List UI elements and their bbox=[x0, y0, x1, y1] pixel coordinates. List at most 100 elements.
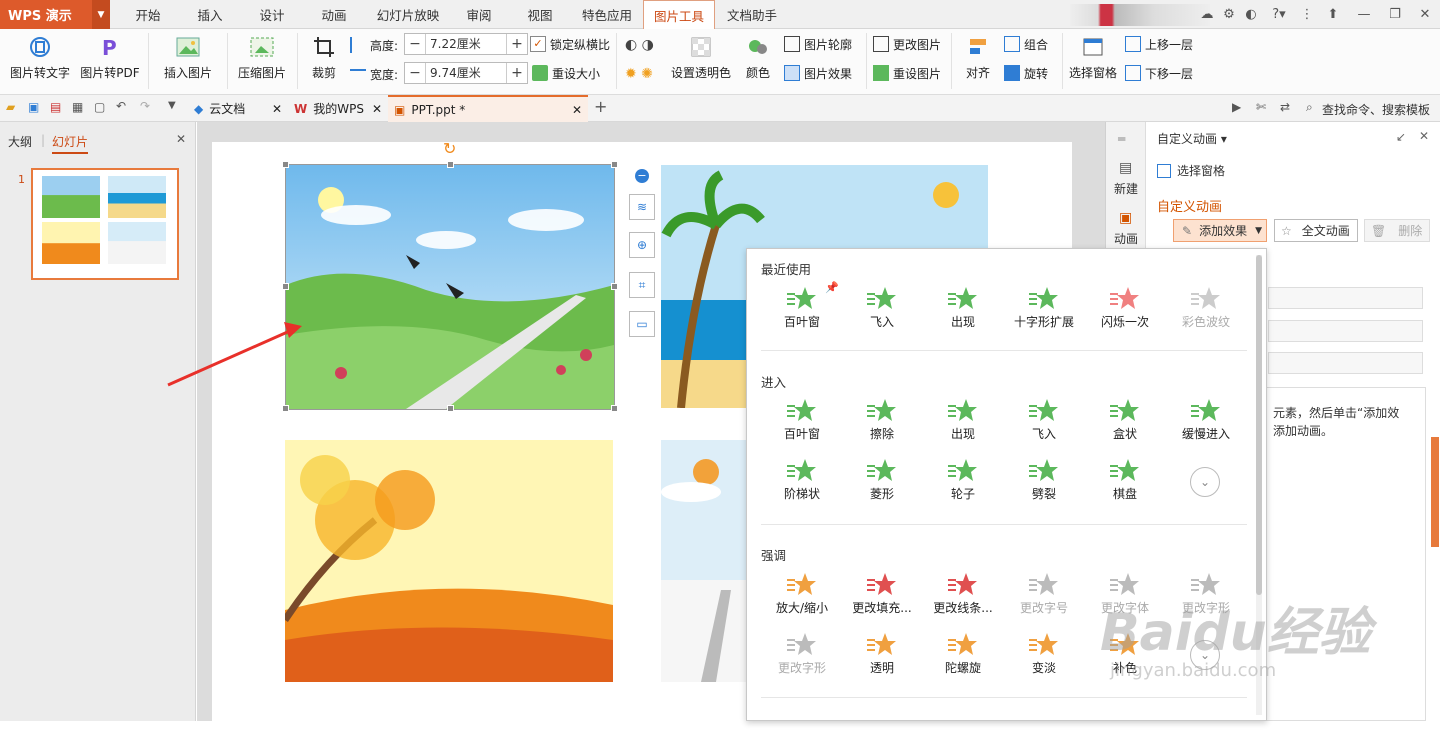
effect-item[interactable]: 飞入 bbox=[1009, 395, 1079, 442]
effect-item[interactable]: 飞入 bbox=[847, 283, 917, 330]
close-icon[interactable]: ✕ bbox=[272, 102, 282, 116]
resize-handle[interactable] bbox=[447, 161, 454, 168]
img-effect-button[interactable]: 图片效果 bbox=[784, 63, 852, 83]
settings-icon[interactable]: ⚙ bbox=[1218, 7, 1240, 22]
slide-thumbnail[interactable] bbox=[31, 168, 179, 280]
width-input[interactable]: − 9.74厘米 + bbox=[404, 62, 528, 84]
align-button[interactable]: 对齐 bbox=[958, 35, 998, 81]
close-icon[interactable]: ✕ bbox=[572, 103, 582, 117]
tab-outline[interactable]: 大纲 bbox=[8, 133, 32, 150]
help-icon[interactable]: ?▾ bbox=[1262, 7, 1296, 22]
width-value[interactable]: 9.74厘米 bbox=[425, 63, 507, 83]
bring-forward-button[interactable]: 上移一层 bbox=[1125, 34, 1193, 54]
resize-handle[interactable] bbox=[611, 161, 618, 168]
color-button[interactable]: 颜色 bbox=[740, 35, 776, 81]
menu-dots-icon[interactable]: ⋮ bbox=[1296, 7, 1318, 22]
search-icon[interactable]: ⌕ bbox=[1306, 100, 1313, 115]
popup-scrollbar-thumb[interactable] bbox=[1256, 255, 1262, 595]
rotate-button[interactable]: 旋转 bbox=[1004, 63, 1048, 83]
reset-img-button[interactable]: 重设图片 bbox=[873, 63, 941, 83]
resize-handle[interactable] bbox=[282, 283, 289, 290]
selection-pane-link[interactable]: 选择窗格 bbox=[1157, 162, 1225, 179]
tab-doc-assistant[interactable]: 文档助手 bbox=[718, 0, 786, 29]
undo-icon[interactable]: ↶ bbox=[116, 99, 126, 113]
collapse-float-icon[interactable]: − bbox=[629, 163, 655, 189]
effect-item[interactable]: 出现 bbox=[928, 395, 998, 442]
export-pdf-icon[interactable]: ▤ bbox=[50, 100, 61, 114]
close-icon[interactable]: ✕ bbox=[176, 132, 186, 146]
dock-icon[interactable]: ↙ bbox=[1396, 130, 1406, 144]
print-icon[interactable]: ▦ bbox=[72, 100, 83, 114]
restore-ribbon-icon[interactable]: ⬆ bbox=[1318, 7, 1348, 22]
tools-icon[interactable]: ✄ bbox=[1256, 100, 1266, 114]
lock-ratio-checkbox[interactable]: ✓ 锁定纵横比 bbox=[530, 34, 610, 54]
minimize-icon[interactable]: — bbox=[1348, 7, 1380, 22]
height-input[interactable]: − 7.22厘米 + bbox=[404, 33, 528, 55]
rotate-handle-icon[interactable]: ↻ bbox=[443, 139, 456, 158]
tab-review[interactable]: 审阅 bbox=[453, 0, 505, 29]
effect-item[interactable]: 彩色波纹 bbox=[1171, 283, 1241, 330]
width-plus-button[interactable]: + bbox=[507, 65, 527, 81]
effect-item[interactable]: 缓慢进入 bbox=[1171, 395, 1241, 442]
compress-button[interactable]: 压缩图片 bbox=[234, 35, 290, 81]
tab-picture-tools[interactable]: 图片工具 bbox=[643, 0, 715, 30]
effect-item[interactable]: 透明 bbox=[847, 629, 917, 676]
tab-slides[interactable]: 幻灯片 bbox=[52, 133, 89, 154]
play-icon[interactable]: ▶ bbox=[1232, 100, 1241, 114]
effect-item[interactable]: 陀螺旋 bbox=[928, 629, 998, 676]
insert-image-button[interactable]: 插入图片 bbox=[156, 35, 220, 81]
crop-float-icon[interactable]: ⌗ bbox=[629, 272, 655, 298]
resize-handle[interactable] bbox=[447, 405, 454, 412]
selection-pane-button[interactable]: 选择窗格 bbox=[1066, 35, 1120, 81]
effect-item[interactable]: 百叶窗 bbox=[767, 283, 837, 330]
effect-item[interactable]: 更改字号 bbox=[1009, 569, 1079, 616]
tab-insert[interactable]: 插入 bbox=[184, 0, 236, 29]
effect-item[interactable]: 补色 bbox=[1090, 629, 1160, 676]
img-to-text-button[interactable]: 图片转文字 bbox=[8, 35, 72, 81]
width-minus-button[interactable]: − bbox=[405, 65, 425, 81]
expand-emphasis-icon[interactable]: ⌄ bbox=[1190, 640, 1220, 670]
close-icon[interactable]: ✕ bbox=[1410, 7, 1440, 22]
effect-item[interactable]: 棋盘 bbox=[1090, 455, 1160, 502]
set-transparent-button[interactable]: 设置透明色 bbox=[668, 35, 734, 81]
effect-item[interactable]: 闪烁一次 bbox=[1090, 283, 1160, 330]
img-to-pdf-button[interactable]: P 图片转PDF bbox=[78, 35, 142, 81]
effect-item[interactable]: 更改字形 bbox=[767, 629, 837, 676]
tab-slideshow[interactable]: 幻灯片放映 bbox=[368, 0, 448, 29]
tab-start[interactable]: 开始 bbox=[122, 0, 174, 29]
effect-item[interactable]: 十字形扩展 bbox=[1009, 283, 1079, 330]
effect-item[interactable]: 阶梯状 bbox=[767, 455, 837, 502]
effect-item[interactable]: 变淡 bbox=[1009, 629, 1079, 676]
group-button[interactable]: 组合 bbox=[1004, 34, 1048, 54]
doc-tab-mywps[interactable]: W 我的WPS ✕ bbox=[288, 95, 388, 122]
effect-item[interactable]: 盒状 bbox=[1090, 395, 1160, 442]
delete-button[interactable]: 🗑 删除 bbox=[1364, 219, 1430, 242]
resize-handle[interactable] bbox=[282, 161, 289, 168]
chevron-down-icon[interactable]: ▼ bbox=[92, 0, 110, 29]
search-hint[interactable]: 查找命令、搜索模板 bbox=[1322, 101, 1430, 118]
strip-new[interactable]: 新建 bbox=[1114, 180, 1138, 197]
frame-icon[interactable]: ▭ bbox=[629, 311, 655, 337]
speed-dropdown[interactable] bbox=[1268, 352, 1423, 374]
height-value[interactable]: 7.22厘米 bbox=[425, 34, 507, 54]
redo-icon[interactable]: ↷ bbox=[140, 99, 150, 113]
effect-item[interactable]: 菱形 bbox=[847, 455, 917, 502]
effect-item[interactable]: 出现 bbox=[928, 283, 998, 330]
effect-item[interactable]: 百叶窗 bbox=[767, 395, 837, 442]
side-scroll-tab[interactable] bbox=[1431, 437, 1439, 547]
tab-view[interactable]: 视图 bbox=[514, 0, 566, 29]
send-backward-button[interactable]: 下移一层 bbox=[1125, 63, 1193, 83]
effect-item[interactable]: 更改字体 bbox=[1090, 569, 1160, 616]
effect-item[interactable]: 更改填充... bbox=[847, 569, 917, 616]
height-minus-button[interactable]: − bbox=[405, 36, 425, 52]
close-icon[interactable]: ✕ bbox=[1419, 129, 1429, 143]
crop-button[interactable]: 裁剪 bbox=[302, 35, 346, 81]
image-landscape-selected[interactable] bbox=[286, 165, 614, 409]
reset-size-button[interactable]: 重设大小 bbox=[532, 63, 600, 83]
save-icon[interactable]: ▣ bbox=[28, 100, 39, 114]
resize-handle[interactable] bbox=[282, 405, 289, 412]
change-img-button[interactable]: 更改图片 bbox=[873, 34, 941, 54]
tab-design[interactable]: 设计 bbox=[246, 0, 298, 29]
maximize-icon[interactable]: ❐ bbox=[1380, 7, 1410, 22]
open-folder-icon[interactable]: ▰ bbox=[6, 100, 15, 114]
